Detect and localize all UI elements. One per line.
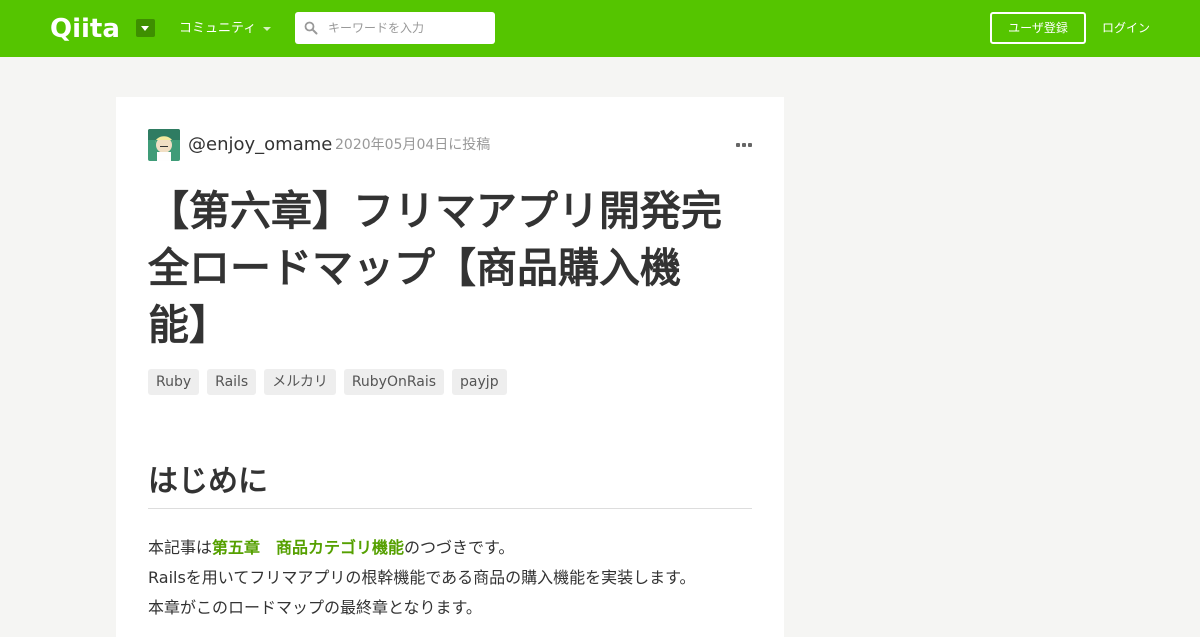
qiita-logo[interactable]: Qiita — [50, 13, 126, 43]
paragraph-text: 本記事は — [148, 538, 213, 557]
paragraph-text: のつづきです。 — [404, 538, 515, 557]
tag[interactable]: Ruby — [148, 369, 200, 395]
article-card: @enjoy_omame 2020年05月04日に投稿 【第六章】フリマアプリ開… — [116, 97, 784, 637]
post-date: 2020年05月04日に投稿 — [335, 137, 491, 153]
more-options-button[interactable] — [736, 141, 752, 149]
caret-down-icon — [263, 27, 272, 31]
search-icon — [304, 21, 318, 35]
tag[interactable]: payjp — [452, 369, 507, 395]
global-header: Qiita コミュニティ ユーザ登録 ログイン — [0, 0, 1200, 57]
tag[interactable]: RubyOnRais — [343, 369, 445, 395]
author-avatar[interactable] — [148, 129, 180, 161]
more-dot — [736, 143, 740, 147]
article-body: 本記事は第五章 商品カテゴリ機能のつづきです。 Railsを用いてフリマアプリの… — [148, 533, 752, 623]
more-dot — [748, 143, 752, 147]
section-heading: はじめに — [148, 464, 268, 499]
login-link[interactable]: ログイン — [1102, 19, 1150, 37]
previous-chapter-link[interactable]: 第五章 商品カテゴリ機能 — [212, 538, 404, 557]
more-dot — [742, 143, 746, 147]
community-menu[interactable]: コミュニティ — [179, 20, 272, 38]
logo-text: Qiita — [50, 14, 120, 43]
author-username[interactable]: @enjoy_omame — [188, 133, 332, 157]
search-input[interactable] — [326, 12, 491, 44]
article-title: 【第六章】フリマアプリ開発完全ロードマップ【商品購入機能】 — [148, 187, 722, 349]
tag-list: Ruby Rails メルカリ RubyOnRais payjp — [148, 369, 507, 395]
community-label: コミュニティ — [179, 21, 257, 36]
signup-button[interactable]: ユーザ登録 — [990, 12, 1086, 44]
paragraph: 本記事は第五章 商品カテゴリ機能のつづきです。 — [148, 533, 752, 563]
tag[interactable]: メルカリ — [264, 369, 336, 395]
paragraph: 本章がこのロードマップの最終章となります。 — [148, 598, 482, 617]
heading-divider — [148, 508, 752, 509]
search-box[interactable] — [295, 12, 495, 44]
paragraph: Railsを用いてフリマアプリの根幹機能である商品の購入機能を実装します。 — [148, 568, 696, 587]
tag[interactable]: Rails — [207, 369, 257, 395]
logo-menu-button[interactable] — [136, 19, 155, 37]
